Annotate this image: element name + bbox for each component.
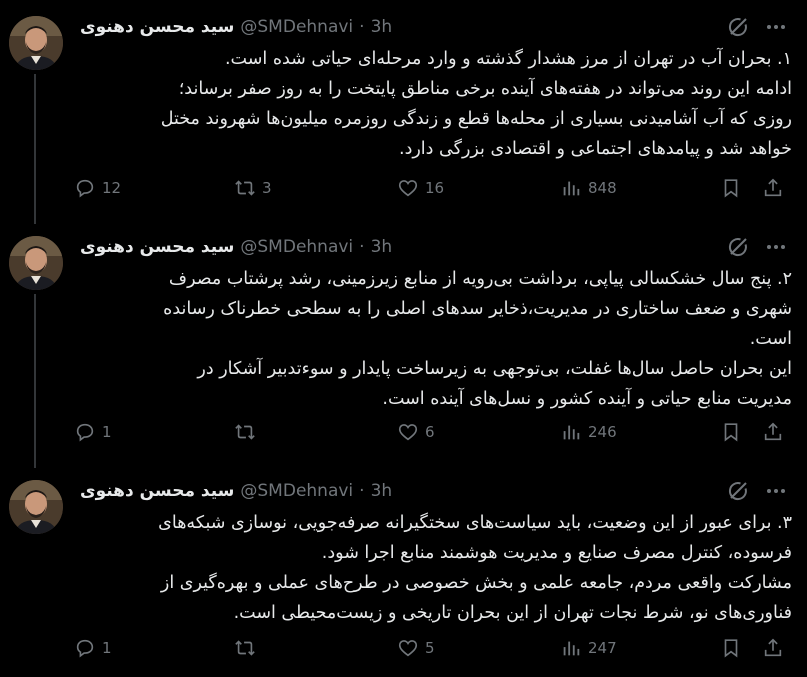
avatar[interactable] <box>9 236 63 290</box>
views-count: 246 <box>588 423 617 441</box>
views-button[interactable]: 246 <box>560 417 617 447</box>
author-handle[interactable]: @SMDehnavi <box>240 17 353 37</box>
author-name[interactable]: سید محسن دهنوی <box>80 237 234 257</box>
heart-icon <box>398 424 418 441</box>
thread-connector <box>34 212 36 224</box>
tweet-line: ۳. برای عبور از این وضعیت، باید سیاست‌ها… <box>158 513 792 533</box>
action-bar: 1 6 246 <box>74 417 790 447</box>
like-button[interactable]: 5 <box>397 633 435 663</box>
heart-icon <box>398 180 418 197</box>
repost-button[interactable]: 3 <box>234 173 272 203</box>
views-icon <box>563 181 580 196</box>
bookmark-icon <box>724 423 738 442</box>
like-button[interactable]: 16 <box>397 173 444 203</box>
author-name[interactable]: سید محسن دهنوی <box>80 17 234 37</box>
tweet-line: ۱. بحران آب در تهران از مرز هشدار گذشته … <box>224 49 792 69</box>
tweet-text: ۳. برای عبور از این وضعیت، باید سیاست‌ها… <box>80 508 792 628</box>
share-icon <box>764 422 782 441</box>
timestamp[interactable]: 3h <box>371 237 393 257</box>
thread-connector <box>34 294 36 465</box>
bookmark-button[interactable] <box>720 417 742 447</box>
tweet-header: سید محسن دهنوی @SMDehnavi · 3h <box>80 234 392 260</box>
reply-icon <box>76 423 94 442</box>
thread-connector <box>34 74 36 222</box>
more-icon[interactable] <box>764 479 788 503</box>
more-icon[interactable] <box>764 235 788 259</box>
thread-connector <box>34 456 36 468</box>
reply-button[interactable]: 12 <box>74 173 121 203</box>
views-count: 247 <box>588 639 617 657</box>
tweet-text: ۱. بحران آب در تهران از مرز هشدار گذشته … <box>80 44 792 164</box>
like-count: 16 <box>425 179 445 197</box>
grok-icon[interactable] <box>726 479 750 503</box>
action-bar: 12 3 16 848 <box>74 173 790 203</box>
bookmark-button[interactable] <box>720 633 742 663</box>
reply-button[interactable]: 1 <box>74 417 112 447</box>
avatar[interactable] <box>9 16 63 70</box>
heart-icon <box>398 640 418 657</box>
tweet-3[interactable]: سید محسن دهنوی @SMDehnavi · 3h ۳. برای ع… <box>0 456 807 677</box>
share-icon <box>764 638 782 657</box>
like-button[interactable]: 6 <box>397 417 435 447</box>
author-handle[interactable]: @SMDehnavi <box>240 481 353 501</box>
views-button[interactable]: 247 <box>560 633 617 663</box>
tweet-line: این بحران حاصل سال‌ها غفلت، بی‌توجهی به … <box>197 359 792 379</box>
thread: سید محسن دهنوی @SMDehnavi · 3h ۱. بحران … <box>0 0 807 677</box>
share-button[interactable] <box>762 173 784 203</box>
share-button[interactable] <box>762 633 784 663</box>
repost-icon <box>235 180 255 196</box>
reply-count: 1 <box>102 639 112 657</box>
views-icon <box>563 425 580 440</box>
bookmark-button[interactable] <box>720 173 742 203</box>
bookmark-icon <box>724 179 738 198</box>
tweet-line: شهری و ضعف ساختاری در مدیریت،ذخایر سدهای… <box>163 299 792 319</box>
repost-button[interactable] <box>234 633 262 663</box>
timestamp[interactable]: 3h <box>371 481 393 501</box>
tweet-line: ۲. پنج سال خشکسالی پیاپی، برداشت بی‌رویه… <box>168 269 792 289</box>
tweet-header: سید محسن دهنوی @SMDehnavi · 3h <box>80 478 392 504</box>
separator-dot: · <box>359 481 365 501</box>
like-count: 6 <box>425 423 435 441</box>
tweet-line: ادامه این روند می‌تواند در هفته‌های آیند… <box>178 79 792 99</box>
bookmark-icon <box>724 639 738 658</box>
tweet-line: فرسوده، کنترل مصرف صنایع و مدیریت هوشمند… <box>321 543 792 563</box>
tweet-line: روزی که آب آشامیدنی بسیاری از محله‌ها قط… <box>160 109 792 129</box>
author-handle[interactable]: @SMDehnavi <box>240 237 353 257</box>
timestamp[interactable]: 3h <box>371 17 393 37</box>
views-count: 848 <box>588 179 617 197</box>
repost-icon <box>235 424 255 440</box>
avatar[interactable] <box>9 480 63 534</box>
like-count: 5 <box>425 639 435 657</box>
tweet-header: سید محسن دهنوی @SMDehnavi · 3h <box>80 14 392 40</box>
reply-count: 12 <box>102 179 122 197</box>
tweet-line: مشارکت واقعی مردم، جامعه علمی و بخش خصوص… <box>160 573 792 593</box>
reply-button[interactable]: 1 <box>74 633 112 663</box>
grok-icon[interactable] <box>726 235 750 259</box>
share-button[interactable] <box>762 417 784 447</box>
reply-icon <box>76 179 94 198</box>
repost-count: 3 <box>262 179 272 197</box>
tweet-line: مدیریت منابع حیاتی و آینده کشور و نسل‌ها… <box>382 389 792 409</box>
separator-dot: · <box>359 237 365 257</box>
tweet-line: است. <box>749 329 792 349</box>
author-name[interactable]: سید محسن دهنوی <box>80 481 234 501</box>
action-bar: 1 5 247 <box>74 633 790 663</box>
separator-dot: · <box>359 17 365 37</box>
share-icon <box>764 178 782 197</box>
reply-icon <box>76 639 94 658</box>
more-icon[interactable] <box>764 15 788 39</box>
tweet-text: ۲. پنج سال خشکسالی پیاپی، برداشت بی‌رویه… <box>80 264 792 414</box>
views-button[interactable]: 848 <box>560 173 617 203</box>
grok-icon[interactable] <box>726 15 750 39</box>
tweet-1[interactable]: سید محسن دهنوی @SMDehnavi · 3h ۱. بحران … <box>0 0 807 222</box>
repost-button[interactable] <box>234 417 262 447</box>
reply-count: 1 <box>102 423 112 441</box>
repost-icon <box>235 640 255 656</box>
tweet-2[interactable]: سید محسن دهنوی @SMDehnavi · 3h ۲. پنج سا… <box>0 212 807 465</box>
views-icon <box>563 641 580 656</box>
tweet-line: خواهد شد و پیامدهای اجتماعی و اقتصادی بز… <box>399 139 792 159</box>
tweet-line: فناوری‌های نو، شرط نجات تهران از این بحر… <box>233 603 792 623</box>
